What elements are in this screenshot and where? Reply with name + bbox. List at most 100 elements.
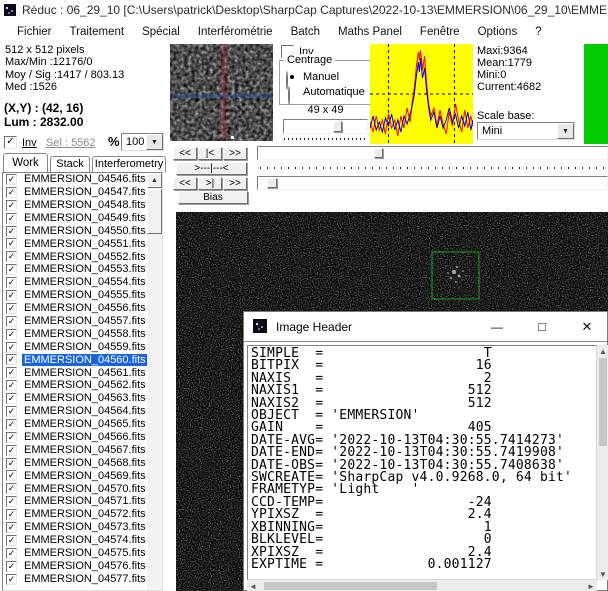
file-checkbox[interactable]: ✓	[6, 290, 17, 301]
file-list-item[interactable]: ✓EMMERSION_04577.fits	[3, 573, 162, 586]
tab-interferometry[interactable]: Interferometry	[92, 156, 166, 172]
file-list-item[interactable]: ✓EMMERSION_04551.fits	[3, 237, 162, 250]
centering-thumbnail[interactable]	[170, 44, 273, 141]
file-list-item[interactable]: ✓EMMERSION_04571.fits	[3, 495, 162, 508]
file-checkbox[interactable]: ✓	[6, 483, 17, 494]
maximize-icon[interactable]: □	[527, 312, 557, 341]
file-checkbox[interactable]: ✓	[6, 277, 17, 288]
file-checkbox[interactable]: ✓	[6, 354, 17, 365]
menu-options[interactable]: Options	[469, 20, 527, 44]
slider-thumb[interactable]	[267, 178, 277, 188]
scrollbar-thumb[interactable]	[147, 189, 162, 234]
file-list-scrollbar[interactable]: ▲	[147, 173, 162, 590]
scroll-left-icon[interactable]: ◄	[247, 580, 259, 591]
file-checkbox[interactable]: ✓	[6, 174, 17, 185]
nav-first-button-b[interactable]: <<	[173, 177, 197, 190]
menu-maths-panel[interactable]: Maths Panel	[329, 20, 411, 44]
file-list-item[interactable]: ✓EMMERSION_04566.fits	[3, 431, 162, 444]
file-list-item[interactable]: ✓EMMERSION_04574.fits	[3, 534, 162, 547]
file-list-item[interactable]: ✓EMMERSION_04556.fits	[3, 302, 162, 315]
file-checkbox[interactable]: ✓	[6, 509, 17, 520]
file-list-item[interactable]: ✓EMMERSION_04550.fits	[3, 225, 162, 238]
file-list-item[interactable]: ✓EMMERSION_04559.fits	[3, 341, 162, 354]
menu-sp-cial[interactable]: Spécial	[133, 20, 189, 44]
file-list-item[interactable]: ✓EMMERSION_04561.fits	[3, 366, 162, 379]
file-checkbox[interactable]: ✓	[6, 432, 17, 443]
file-list-item[interactable]: ✓EMMERSION_04576.fits	[3, 560, 162, 573]
dialog-horizontal-scrollbar[interactable]: ◄ ►	[247, 580, 597, 591]
file-list-item[interactable]: ✓EMMERSION_04552.fits	[3, 250, 162, 263]
frame-position-slider[interactable]	[257, 146, 608, 160]
slider-thumb[interactable]	[333, 121, 342, 132]
zoom-select[interactable]: 100 ▼	[121, 133, 164, 151]
scrollbar-thumb[interactable]	[599, 358, 607, 446]
tab-work[interactable]: Work	[3, 153, 48, 172]
file-checkbox[interactable]: ✓	[6, 213, 17, 224]
minimize-icon[interactable]: —	[482, 312, 512, 341]
menu-?[interactable]: ?	[526, 20, 550, 44]
file-list[interactable]: ✓EMMERSION_04546.fits✓EMMERSION_04547.fi…	[2, 172, 163, 591]
file-checkbox[interactable]: ✓	[6, 522, 17, 533]
file-list-item[interactable]: ✓EMMERSION_04558.fits	[3, 328, 162, 341]
file-checkbox[interactable]: ✓	[6, 561, 17, 572]
nav-first-button[interactable]: <<	[173, 147, 197, 160]
file-checkbox[interactable]: ✓	[6, 470, 17, 481]
file-checkbox[interactable]: ✓	[6, 574, 17, 585]
invert-label[interactable]: Inv	[22, 137, 37, 149]
file-checkbox[interactable]: ✓	[6, 393, 17, 404]
file-checkbox[interactable]: ✓	[6, 458, 17, 469]
scroll-up-icon[interactable]: ▲	[597, 345, 608, 357]
nav-prev-button-b[interactable]: >|	[198, 177, 222, 190]
file-checkbox[interactable]: ✓	[6, 406, 17, 417]
scroll-down-icon[interactable]: ▼	[597, 568, 608, 580]
file-list-item[interactable]: ✓EMMERSION_04548.fits	[3, 199, 162, 212]
scale-base-select[interactable]: Mini ▼	[477, 122, 575, 140]
fits-header-text[interactable]: SIMPLE = TBITPIX = 16NAXIS = 2NAXIS1 = 5…	[247, 345, 597, 580]
tab-stack[interactable]: Stack	[50, 156, 90, 172]
dialog-title-bar[interactable]: Image Header — □ ✕	[244, 312, 607, 342]
menu-interf-rom-trie[interactable]: Interférométrie	[189, 20, 282, 44]
menu-batch[interactable]: Batch	[282, 20, 329, 44]
file-checkbox[interactable]: ✓	[6, 445, 17, 456]
bias-button[interactable]: Bias	[178, 191, 248, 204]
center-range-button[interactable]: >---|---<	[176, 162, 247, 175]
file-checkbox[interactable]: ✓	[6, 535, 17, 546]
file-checkbox[interactable]: ✓	[6, 329, 17, 340]
file-list-item[interactable]: ✓EMMERSION_04570.fits	[3, 482, 162, 495]
dialog-vertical-scrollbar[interactable]: ▲ ▼	[597, 345, 608, 580]
file-list-item[interactable]: ✓EMMERSION_04547.fits	[3, 186, 162, 199]
file-checkbox[interactable]: ✓	[6, 226, 17, 237]
chevron-down-icon[interactable]: ▼	[557, 123, 574, 139]
chevron-down-icon[interactable]: ▼	[146, 134, 163, 150]
scroll-up-icon[interactable]: ▲	[147, 173, 162, 188]
box-size-slider[interactable]	[283, 119, 368, 134]
radio-automatic[interactable]	[288, 86, 290, 105]
invert-checkbox[interactable]: ✓	[4, 136, 17, 149]
file-list-item[interactable]: ✓EMMERSION_04563.fits	[3, 392, 162, 405]
close-icon[interactable]: ✕	[572, 312, 602, 341]
scrollbar-thumb[interactable]	[264, 582, 437, 590]
file-list-item[interactable]: ✓EMMERSION_04573.fits	[3, 521, 162, 534]
file-list-item[interactable]: ✓EMMERSION_04564.fits	[3, 405, 162, 418]
file-checkbox[interactable]: ✓	[6, 380, 17, 391]
file-checkbox[interactable]: ✓	[6, 342, 17, 353]
file-list-item[interactable]: ✓EMMERSION_04546.fits	[3, 173, 162, 186]
file-checkbox[interactable]: ✓	[6, 238, 17, 249]
file-checkbox[interactable]: ✓	[6, 316, 17, 327]
menu-traitement[interactable]: Traitement	[61, 20, 134, 44]
file-list-item[interactable]: ✓EMMERSION_04555.fits	[3, 289, 162, 302]
nav-prev-button[interactable]: |<	[198, 147, 222, 160]
range-slider[interactable]	[257, 176, 608, 190]
menu-fichier[interactable]: Fichier	[8, 20, 61, 44]
file-list-item[interactable]: ✓EMMERSION_04560.fits	[3, 353, 162, 366]
selection-count-link[interactable]: Sel : 5562	[46, 137, 96, 149]
file-checkbox[interactable]: ✓	[6, 367, 17, 378]
file-checkbox[interactable]: ✓	[6, 496, 17, 507]
nav-next-button[interactable]: >>	[223, 147, 247, 160]
file-checkbox[interactable]: ✓	[6, 303, 17, 314]
file-list-item[interactable]: ✓EMMERSION_04567.fits	[3, 444, 162, 457]
file-list-item[interactable]: ✓EMMERSION_04565.fits	[3, 418, 162, 431]
file-list-item[interactable]: ✓EMMERSION_04557.fits	[3, 315, 162, 328]
scroll-right-icon[interactable]: ►	[585, 580, 597, 591]
file-list-item[interactable]: ✓EMMERSION_04568.fits	[3, 457, 162, 470]
